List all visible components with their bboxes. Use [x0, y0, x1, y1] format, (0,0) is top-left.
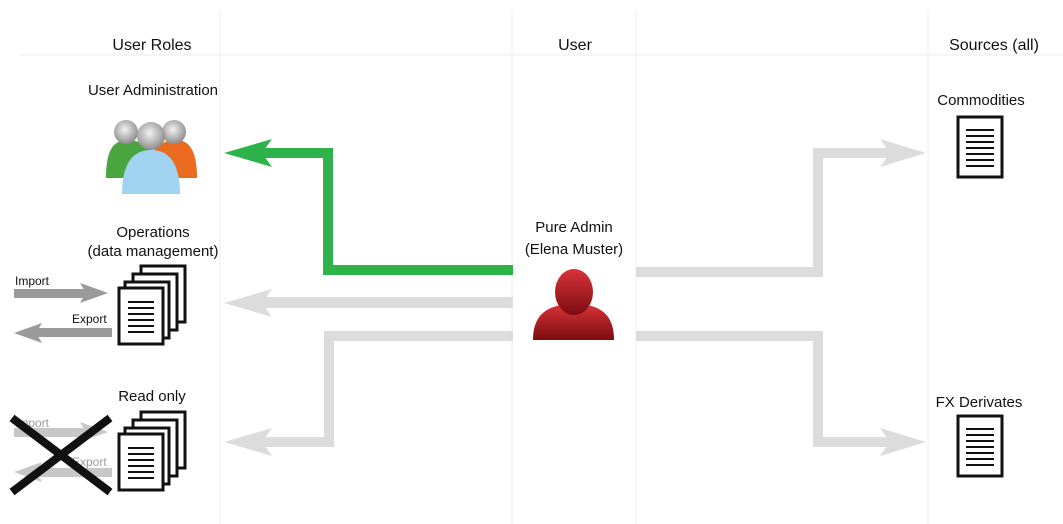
disabled-cross-icon — [9, 414, 113, 496]
source-commodities-label: Commodities — [937, 92, 1025, 109]
user-name-line-2: (Elena Muster) — [524, 241, 624, 258]
source-fx-label: FX Derivates — [935, 394, 1023, 411]
user-name-line-1: Pure Admin — [535, 219, 613, 236]
